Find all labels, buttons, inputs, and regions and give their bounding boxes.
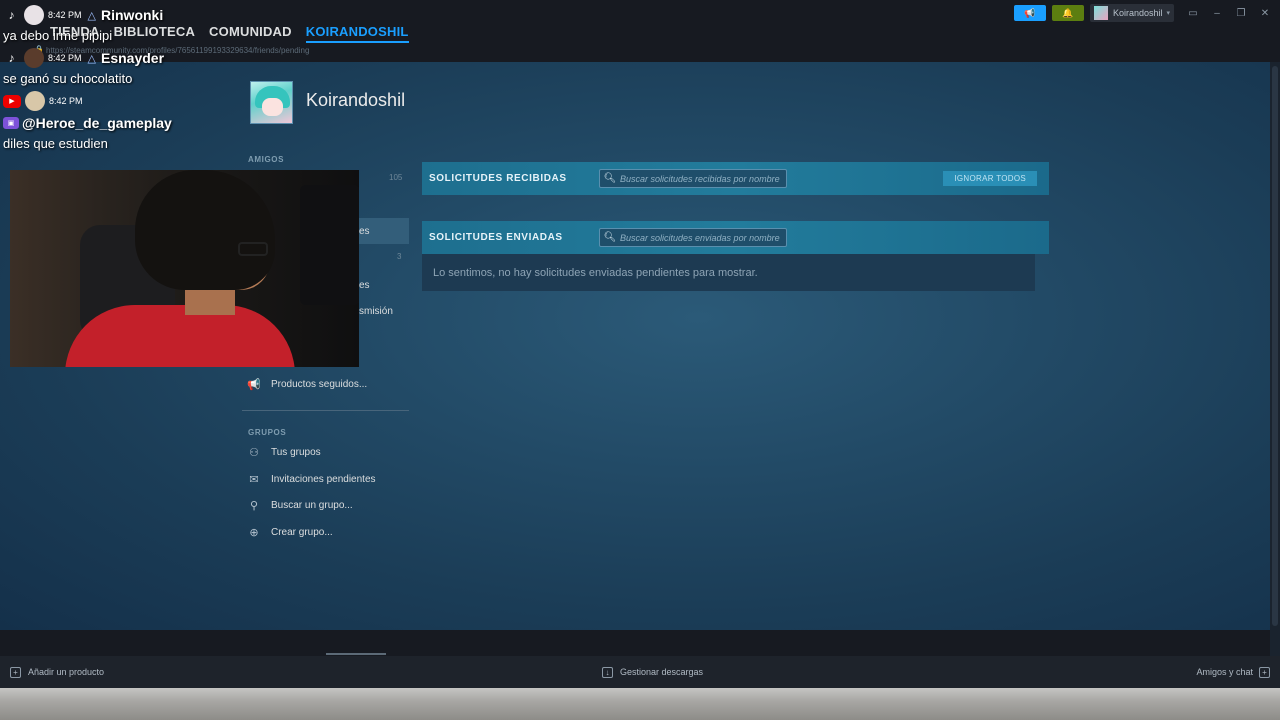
- groups-heading: GRUPOS: [248, 428, 287, 437]
- chat-meta: ♪ 8:42 PM △ Rinwonki: [3, 4, 263, 26]
- account-name: Koirandoshil: [1112, 8, 1163, 18]
- sidebar-item-followed[interactable]: 📢 Productos seguidos...: [247, 378, 367, 391]
- friends-count: 105: [389, 173, 403, 182]
- chat-meta: ▣ @Heroe_de_gameplay: [3, 112, 263, 134]
- sidebar-partial-count: 3: [397, 252, 402, 261]
- sidebar-divider: [242, 410, 409, 411]
- maximize-icon[interactable]: ❐: [1236, 8, 1246, 19]
- add-product-button[interactable]: + Añadir un producto: [10, 666, 105, 678]
- big-picture-icon[interactable]: ▭: [1188, 8, 1198, 19]
- chat-time: 8:42 PM: [49, 96, 83, 106]
- manage-downloads-button[interactable]: ↓ Gestionar descargas: [602, 666, 704, 678]
- chat-message: diles que estudien: [3, 136, 108, 151]
- ignore-all-button[interactable]: IGNORAR TODOS: [943, 171, 1037, 186]
- chat-message: se ganó su chocolatito: [3, 71, 133, 86]
- search-icon: ⚲: [249, 500, 259, 512]
- stream-chat-overlay: ♪ 8:42 PM △ Rinwonki ya debo irme pipipi…: [3, 4, 263, 155]
- sidebar-item-label: Productos seguidos...: [271, 379, 368, 390]
- sidebar-partial-label-3[interactable]: smisión: [359, 306, 393, 317]
- avatar: [24, 5, 44, 25]
- chat-time: 8:42 PM: [48, 53, 82, 63]
- search-icon: 🔍︎: [603, 232, 617, 243]
- chat-meta: ▶ 8:42 PM: [3, 90, 263, 112]
- status-bar: + Añadir un producto ↓ Gestionar descarg…: [0, 656, 1280, 688]
- minimize-icon[interactable]: –: [1212, 8, 1222, 19]
- chat-username: Esnayder: [101, 50, 165, 66]
- megaphone-icon: 📢: [247, 379, 261, 391]
- sidebar-item-label: Crear grupo...: [271, 527, 333, 538]
- sent-search-input[interactable]: [620, 232, 784, 243]
- profile-name[interactable]: Koirandoshil: [306, 90, 405, 111]
- friends-chat-label: Amigos y chat: [1196, 667, 1253, 677]
- youtube-icon: ▶: [3, 94, 21, 108]
- chat-message: ya debo irme pipipi: [3, 28, 113, 43]
- nav-profile[interactable]: KOIRANDOSHIL: [305, 24, 409, 43]
- tiktok-icon: ♪: [8, 51, 15, 65]
- megaphone-icon: 📢: [1024, 7, 1036, 18]
- vertical-scrollbar[interactable]: [1270, 62, 1280, 662]
- sent-empty-message: Lo sentimos, no hay solicitudes enviadas…: [422, 254, 1035, 291]
- sidebar-item-your-groups[interactable]: ⚇ Tus grupos: [247, 446, 321, 459]
- twitch-icon: ▣: [3, 117, 19, 129]
- account-menu[interactable]: Koirandoshil ▾: [1089, 4, 1174, 22]
- sent-requests-header: SOLICITUDES ENVIADAS 🔍︎: [422, 221, 1049, 254]
- received-search-input[interactable]: [620, 173, 784, 184]
- sidebar-item-create-group[interactable]: ⊕ Crear grupo...: [247, 526, 333, 539]
- sent-search-box[interactable]: 🔍︎: [599, 228, 787, 247]
- received-requests-title: SOLICITUDES RECIBIDAS: [429, 173, 567, 184]
- plus-circle-icon: ⊕: [249, 527, 259, 539]
- avatar: [24, 48, 44, 68]
- footer: [0, 630, 1270, 656]
- download-icon: ↓: [602, 666, 613, 678]
- manage-downloads-label: Gestionar descargas: [620, 667, 704, 677]
- chevron-down-icon: ▾: [1166, 10, 1170, 17]
- plus-icon: +: [10, 666, 21, 678]
- rank-triangle-icon: △: [87, 9, 96, 22]
- sent-requests-title: SOLICITUDES ENVIADAS: [429, 232, 563, 243]
- avatar: [1093, 6, 1108, 20]
- chat-time: 8:42 PM: [48, 10, 82, 20]
- chat-username: Rinwonki: [101, 7, 164, 23]
- sidebar-item-find-group[interactable]: ⚲ Buscar un grupo...: [247, 499, 353, 512]
- envelope-icon: ✉: [249, 474, 259, 486]
- window-controls: ▭ – ❐ ✕: [1188, 8, 1270, 19]
- close-icon[interactable]: ✕: [1260, 8, 1270, 19]
- chat-username: @Heroe_de_gameplay: [22, 115, 172, 131]
- announcements-button[interactable]: 📢: [1013, 5, 1046, 21]
- add-product-label: Añadir un producto: [28, 667, 105, 677]
- friends-chat-button[interactable]: Amigos y chat +: [1196, 666, 1270, 678]
- search-icon: 🔍︎: [603, 173, 617, 184]
- sidebar-partial-label-2[interactable]: es: [359, 280, 370, 291]
- received-search-box[interactable]: 🔍︎: [599, 169, 787, 188]
- sidebar-partial-label[interactable]: es: [359, 226, 370, 237]
- chat-meta: ♪ 8:42 PM △ Esnayder: [3, 47, 263, 69]
- sidebar-item-label: Invitaciones pendientes: [271, 474, 376, 485]
- friends-heading: AMIGOS: [248, 155, 285, 164]
- titlebar-controls: 📢 🔔 Koirandoshil ▾ ▭ – ❐ ✕: [1013, 4, 1280, 22]
- sidebar-item-label: Tus grupos: [271, 447, 321, 458]
- tiktok-icon: ♪: [8, 8, 15, 22]
- camera-floor-strip: [0, 688, 1280, 720]
- received-requests-header: SOLICITUDES RECIBIDAS 🔍︎ IGNORAR TODOS: [422, 162, 1049, 195]
- bell-icon: 🔔: [1062, 7, 1074, 18]
- webcam-overlay: [10, 170, 359, 367]
- rank-triangle-icon: △: [87, 52, 96, 65]
- notifications-button[interactable]: 🔔: [1051, 5, 1084, 21]
- sidebar-item-pending-invites[interactable]: ✉ Invitaciones pendientes: [247, 473, 376, 486]
- chat-icon: +: [1259, 666, 1270, 678]
- scrollbar-thumb[interactable]: [1272, 66, 1278, 626]
- groups-icon: ⚇: [249, 447, 259, 459]
- sidebar-item-label: Buscar un grupo...: [271, 500, 353, 511]
- avatar: [25, 91, 45, 111]
- valve-logo: [326, 653, 386, 655]
